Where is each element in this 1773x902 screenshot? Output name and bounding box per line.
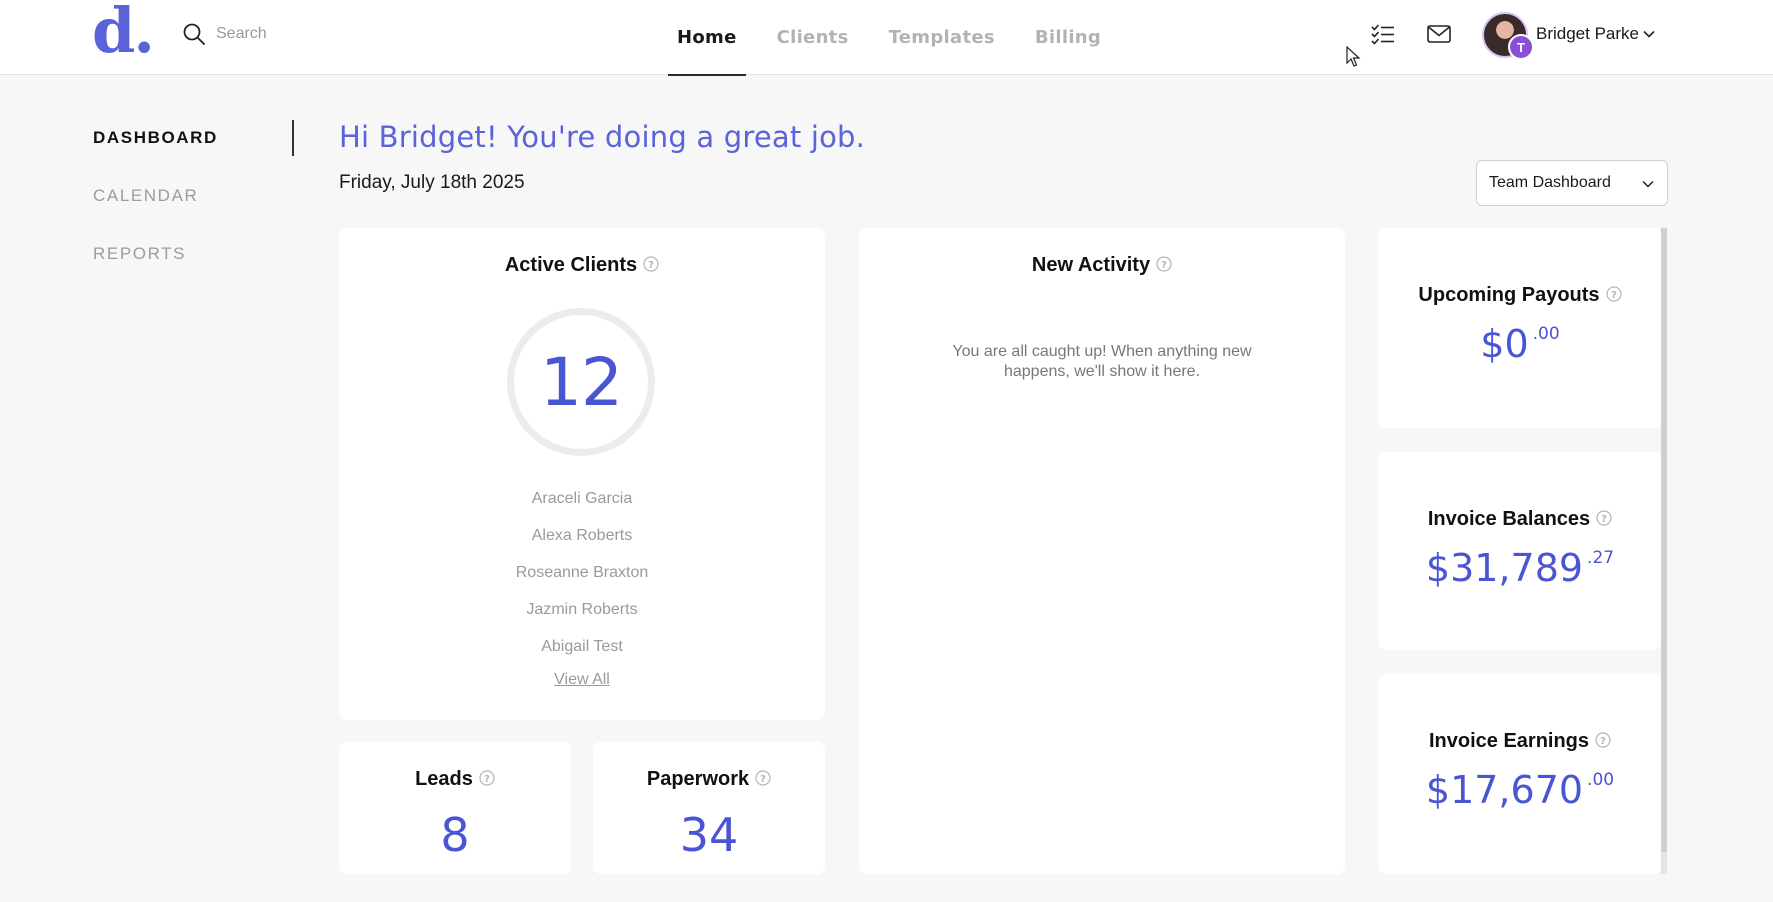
- search-input[interactable]: [216, 20, 416, 48]
- help-icon[interactable]: ?: [643, 256, 659, 272]
- new-activity-card: New Activity? You are all caught up! Whe…: [859, 228, 1345, 874]
- invoice-earnings-card: Invoice Earnings? $17,670.00: [1378, 674, 1662, 874]
- leads-title: Leads?: [339, 768, 571, 791]
- view-all-link[interactable]: View All: [339, 671, 825, 689]
- paperwork-count: 34: [679, 808, 739, 862]
- activity-empty-message: You are all caught up! When anything new…: [952, 343, 1252, 380]
- new-activity-title-text: New Activity: [1031, 254, 1151, 276]
- upcoming-payouts-card: Upcoming Payouts? $0.00: [1378, 228, 1662, 428]
- help-icon[interactable]: ?: [479, 770, 495, 786]
- invoice-balances-card: Invoice Balances? $31,789.27: [1378, 452, 1662, 650]
- invoice-balances-dollars: $31,789: [1425, 546, 1584, 590]
- sidebar-item-reports[interactable]: REPORTS: [93, 244, 186, 264]
- tab-billing[interactable]: Billing: [1026, 0, 1110, 75]
- help-icon[interactable]: ?: [1156, 256, 1172, 272]
- upcoming-payouts-title-text: Upcoming Payouts: [1418, 284, 1600, 306]
- sidebar-divider: [292, 120, 294, 156]
- checklist-icon[interactable]: [1370, 22, 1396, 46]
- client-list: Araceli Garcia Alexa Roberts Roseanne Br…: [339, 490, 825, 675]
- dashboard-select-value: Team Dashboard: [1489, 174, 1611, 191]
- main-nav: Home Clients Templates Billing: [668, 0, 1132, 76]
- svg-text:?: ?: [648, 260, 654, 271]
- user-name[interactable]: Bridget Parke: [1536, 24, 1639, 44]
- help-icon[interactable]: ?: [755, 770, 771, 786]
- upcoming-payouts-cents: .00: [1532, 324, 1560, 344]
- leads-card[interactable]: Leads? 8: [339, 742, 571, 874]
- upcoming-payouts-dollars: $0: [1480, 322, 1529, 366]
- scrollbar-thumb[interactable]: [1661, 228, 1667, 852]
- leads-title-text: Leads: [415, 768, 473, 790]
- cursor-icon: [1346, 46, 1361, 67]
- active-clients-count: 12: [507, 308, 655, 456]
- upcoming-payouts-amount: $0.00: [1378, 322, 1662, 366]
- active-clients-card: Active Clients? 12 Araceli Garcia Alexa …: [339, 228, 825, 720]
- invoice-earnings-amount: $17,670.00: [1378, 768, 1662, 812]
- invoice-balances-amount: $31,789.27: [1378, 546, 1662, 590]
- invoice-earnings-dollars: $17,670: [1425, 768, 1584, 812]
- dashboard-select[interactable]: Team Dashboard: [1476, 160, 1668, 206]
- list-item[interactable]: Jazmin Roberts: [339, 601, 825, 638]
- svg-text:?: ?: [1611, 290, 1617, 301]
- list-item[interactable]: Abigail Test: [339, 638, 825, 675]
- active-clients-title-text: Active Clients: [504, 254, 638, 276]
- mail-icon[interactable]: [1426, 23, 1452, 45]
- date: Friday, July 18th 2025: [339, 172, 525, 193]
- scrollbar-track[interactable]: [1661, 228, 1667, 874]
- invoice-earnings-title: Invoice Earnings?: [1378, 730, 1662, 753]
- active-clients-title: Active Clients?: [339, 254, 825, 277]
- chevron-down-icon[interactable]: [1642, 27, 1656, 41]
- chevron-down-icon: [1642, 180, 1654, 188]
- svg-text:?: ?: [760, 774, 766, 785]
- svg-text:?: ?: [1600, 736, 1606, 747]
- search-icon[interactable]: [182, 22, 206, 46]
- paperwork-title-text: Paperwork: [646, 768, 750, 790]
- list-item[interactable]: Alexa Roberts: [339, 527, 825, 564]
- list-item[interactable]: Araceli Garcia: [339, 490, 825, 527]
- top-bar: d. Home Clients Templates Billing T Brid…: [0, 0, 1773, 76]
- svg-text:?: ?: [1161, 260, 1167, 271]
- tab-templates[interactable]: Templates: [880, 0, 1004, 75]
- sidebar-item-calendar[interactable]: CALENDAR: [93, 186, 198, 206]
- greeting: Hi Bridget! You're doing a great job.: [339, 120, 866, 154]
- tab-home[interactable]: Home: [668, 0, 746, 76]
- help-icon[interactable]: ?: [1605, 286, 1622, 302]
- upcoming-payouts-title: Upcoming Payouts?: [1378, 284, 1662, 307]
- paperwork-card[interactable]: Paperwork? 34: [593, 742, 825, 874]
- help-icon[interactable]: ?: [1595, 732, 1611, 748]
- avatar-badge: T: [1508, 34, 1534, 60]
- sidebar-item-dashboard[interactable]: DASHBOARD: [93, 128, 218, 148]
- list-item[interactable]: Roseanne Braxton: [339, 564, 825, 601]
- invoice-balances-title-text: Invoice Balances: [1427, 508, 1591, 530]
- leads-count: 8: [440, 808, 470, 862]
- new-activity-title: New Activity?: [859, 254, 1345, 277]
- logo[interactable]: d.: [92, 0, 155, 62]
- invoice-balances-cents: .27: [1587, 548, 1615, 568]
- invoice-balances-title: Invoice Balances?: [1378, 508, 1662, 531]
- paperwork-title: Paperwork?: [593, 768, 825, 791]
- help-icon[interactable]: ?: [1596, 510, 1612, 526]
- svg-text:?: ?: [1601, 514, 1607, 525]
- svg-text:?: ?: [484, 774, 490, 785]
- invoice-earnings-cents: .00: [1587, 770, 1615, 790]
- invoice-earnings-title-text: Invoice Earnings: [1428, 730, 1590, 752]
- tab-clients[interactable]: Clients: [768, 0, 858, 75]
